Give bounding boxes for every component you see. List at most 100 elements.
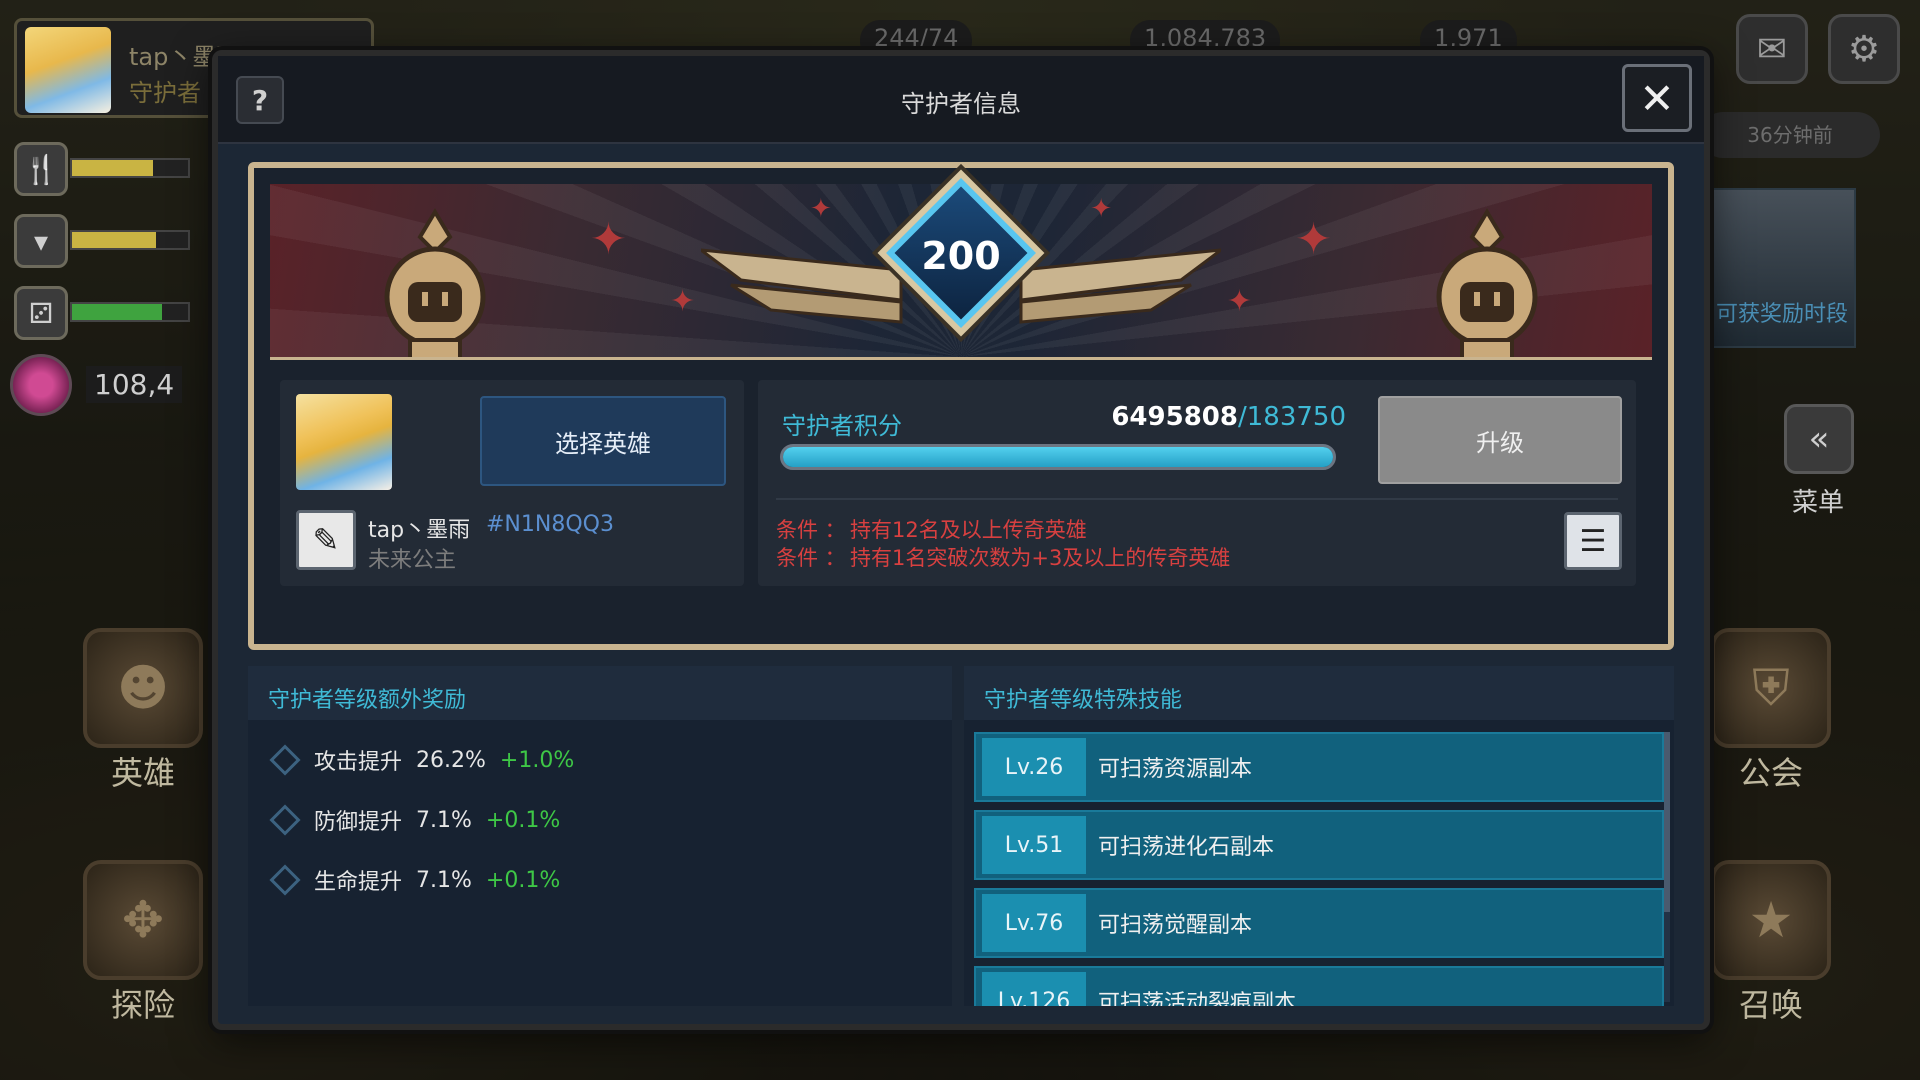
fork-knife-icon: 🍴 [14, 142, 68, 196]
points-label: 守护者积分 [782, 412, 902, 440]
reward-card[interactable]: 可获奖励时段 [1708, 188, 1856, 348]
star-icon: ✦ [1090, 194, 1112, 224]
condition-row: 条件 ：持有1名突破次数为+3及以上的传奇英雄 [776, 542, 1230, 572]
dice-icon: ⚂ [14, 286, 68, 340]
skill-level: Lv.76 [982, 894, 1086, 952]
condition-list-button[interactable]: ☰ [1564, 512, 1622, 570]
condition-key: 条件 ： [776, 546, 846, 570]
profile-panel: 选择英雄 ✎ tap丶墨雨 #N1N8QQ3 未来公主 [280, 380, 744, 586]
nav-guild[interactable]: ⛨ 公会 [1696, 628, 1846, 794]
bonus-plus: +0.1% [485, 807, 561, 833]
bonus-row: 防御提升 7.1% +0.1% [268, 804, 560, 836]
guardian-mascot-right-icon [1436, 208, 1538, 357]
star-icon: ✦ [1226, 284, 1252, 319]
skill-text: 可扫荡活动裂痕副本 [1098, 991, 1297, 1006]
guardian-mascot-left-icon [384, 208, 486, 357]
summon-emblem-icon: ★ [1711, 860, 1831, 980]
nav-heroes-label: 英雄 [110, 754, 175, 792]
hero-portrait [296, 394, 392, 490]
gear-icon[interactable]: ⚙ [1828, 14, 1900, 84]
bonus-section-header: 守护者等级额外奖励 [248, 666, 952, 720]
points-progress-fill [783, 447, 1333, 467]
points-current: 6495808 [1111, 402, 1238, 432]
nav-guild-label: 公会 [1738, 754, 1803, 792]
bonus-name: 防御提升 [314, 810, 403, 835]
bonus-name: 生命提升 [314, 870, 403, 895]
condition-text: 持有12名及以上传奇英雄 [850, 518, 1087, 542]
condition-key: 条件 ： [776, 518, 846, 542]
pencil-icon: ✎ [312, 521, 340, 559]
bonus-name: 攻击提升 [314, 750, 403, 775]
star-icon: ✦ [670, 284, 696, 319]
modal-header: ? 守护者信息 ✕ [218, 56, 1704, 144]
star-icon: ✦ [1295, 214, 1332, 265]
condition-text: 持有1名突破次数为+3及以上的传奇英雄 [850, 546, 1231, 570]
skill-text: 可扫荡进化石副本 [1098, 835, 1275, 860]
skill-row: Lv.51 可扫荡进化石副本 [974, 810, 1664, 880]
cup-icon: ▾ [14, 214, 68, 268]
mail-icon[interactable]: ✉ [1736, 14, 1808, 84]
shield-emblem-icon: ⛨ [1711, 628, 1831, 748]
player-name: tap丶墨雨 [368, 518, 471, 543]
points-value: 6495808/183750 [1111, 402, 1346, 432]
dice-resource: ⚂ [14, 286, 214, 340]
skill-level: Lv.26 [982, 738, 1086, 796]
player-avatar [25, 27, 111, 113]
nav-explore-label: 探险 [110, 986, 175, 1024]
skills-section: 守护者等级特殊技能 Lv.26 可扫荡资源副本 Lv.51 可扫荡进化石副本 L… [964, 666, 1674, 1006]
menu-label: 菜单 [1792, 488, 1845, 518]
skills-section-header: 守护者等级特殊技能 [964, 666, 1674, 720]
nav-heroes[interactable]: ☻ 英雄 [68, 628, 218, 794]
diamond-bullet-icon [269, 804, 301, 836]
select-hero-button[interactable]: 选择英雄 [480, 396, 726, 486]
skill-row: Lv.26 可扫荡资源副本 [974, 732, 1664, 802]
time-ago-pill: 36分钟前 [1700, 112, 1880, 158]
nav-explore[interactable]: ✥ 探险 [68, 860, 218, 1026]
hero-emblem-icon: ☻ [83, 628, 203, 748]
skills-scrollbar-thumb[interactable] [1664, 732, 1670, 912]
crystal-resource: 108,4 [10, 354, 220, 418]
close-button[interactable]: ✕ [1622, 64, 1692, 132]
modal-title: 守护者信息 [901, 90, 1021, 118]
diamond-bullet-icon [269, 744, 301, 776]
diamond-bullet-icon [269, 864, 301, 896]
nav-summon-label: 召唤 [1738, 986, 1803, 1024]
menu-collapse-button[interactable]: « [1784, 404, 1854, 474]
crystal-value: 108,4 [86, 366, 183, 403]
upgrade-button[interactable]: 升级 [1378, 396, 1622, 484]
compass-emblem-icon: ✥ [83, 860, 203, 980]
skill-text: 可扫荡觉醒副本 [1098, 913, 1253, 938]
crystal-icon [10, 354, 72, 416]
bonus-row: 攻击提升 26.2% +1.0% [268, 744, 574, 776]
player-id: #N1N8QQ3 [486, 512, 614, 537]
skill-row: Lv.126 可扫荡活动裂痕副本 [974, 966, 1664, 1006]
points-required: /183750 [1237, 402, 1346, 432]
star-icon: ✦ [590, 214, 627, 265]
skill-level: Lv.126 [982, 972, 1086, 1006]
nav-summon[interactable]: ★ 召唤 [1696, 860, 1846, 1026]
bonus-row: 生命提升 7.1% +0.1% [268, 864, 560, 896]
star-icon: ✦ [810, 194, 832, 224]
guardian-level: 200 [921, 234, 1001, 278]
list-icon: ☰ [1579, 523, 1607, 559]
bonus-plus: +1.0% [499, 747, 575, 773]
skill-row: Lv.76 可扫荡觉醒副本 [974, 888, 1664, 958]
bonus-value: 26.2% [416, 747, 486, 773]
reward-card-label: 可获奖励时段 [1715, 302, 1848, 327]
player-title: 未来公主 [368, 548, 457, 573]
guardian-banner-frame: ✦ ✦ ✦ ✦ ✦ ✦ 200 选择英雄 ✎ tap丶墨雨 #N1N8QQ3 未… [248, 162, 1674, 650]
hud-player-role: 守护者 [129, 79, 201, 107]
points-progress-bar [780, 444, 1336, 470]
bonus-section: 守护者等级额外奖励 攻击提升 26.2% +1.0% 防御提升 7.1% +0.… [248, 666, 952, 1006]
guardian-points-panel: 守护者积分 6495808/183750 升级 条件 ：持有12名及以上传奇英雄… [758, 380, 1636, 586]
edit-name-button[interactable]: ✎ [296, 510, 356, 570]
skill-level: Lv.51 [982, 816, 1086, 874]
divider [776, 498, 1618, 500]
guardian-level-badge: 200 [886, 178, 1036, 328]
skill-text: 可扫荡资源副本 [1098, 757, 1253, 782]
guardian-info-modal: ? 守护者信息 ✕ ✦ ✦ ✦ ✦ ✦ ✦ 200 选择英雄 ✎ tap丶墨雨 … [212, 50, 1710, 1030]
condition-row: 条件 ：持有12名及以上传奇英雄 [776, 514, 1087, 544]
drink-resource: ▾ [14, 214, 214, 268]
bonus-value: 7.1% [416, 807, 472, 833]
bonus-value: 7.1% [416, 867, 472, 893]
